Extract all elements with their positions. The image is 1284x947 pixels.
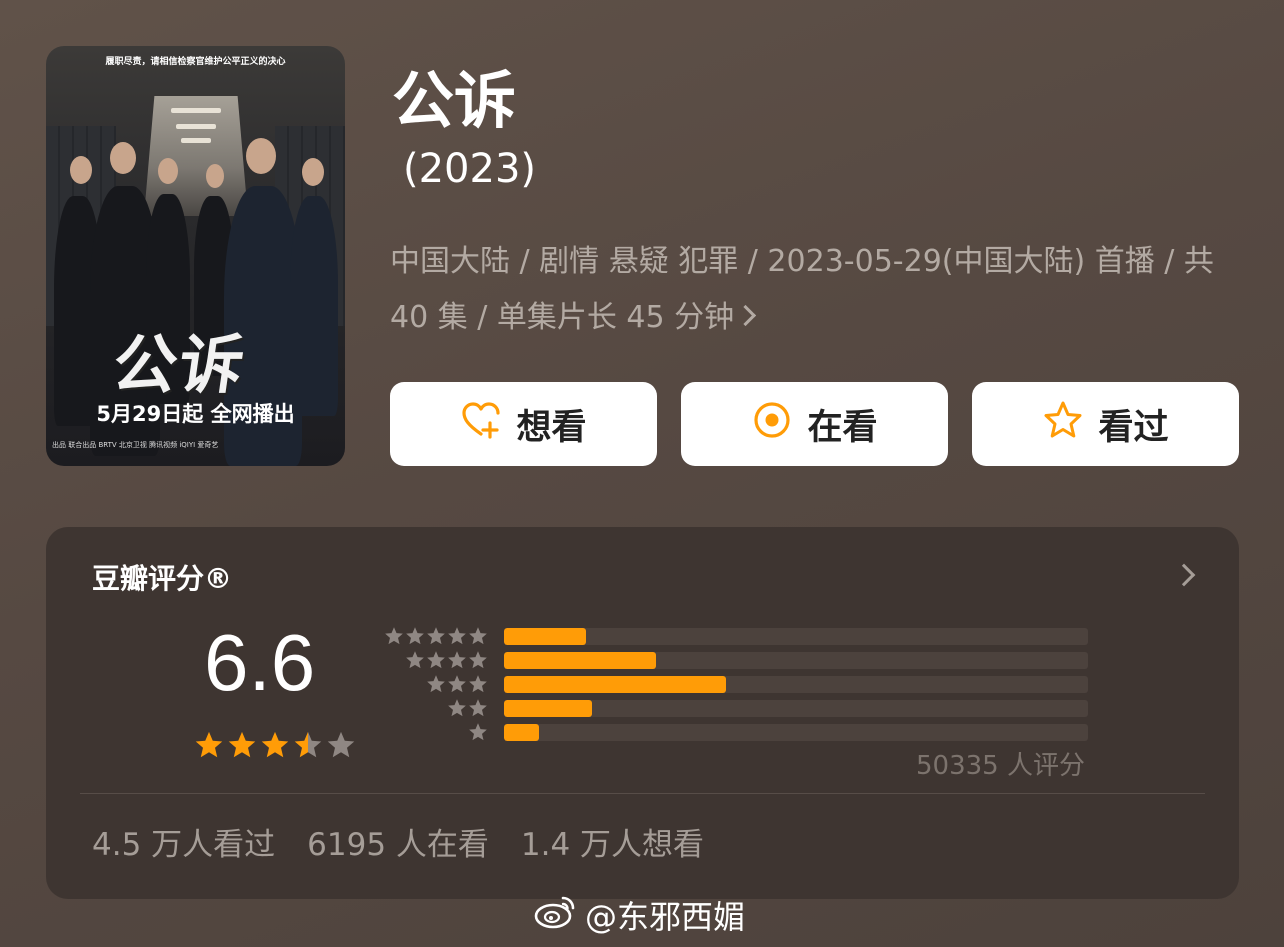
release-year: (2023) [403, 146, 537, 192]
watched-count: 4.5 万人看过 [92, 827, 276, 863]
want-count: 1.4 万人想看 [520, 827, 705, 863]
watermark-text: @东邪西媚 [585, 898, 746, 936]
distribution-stars [384, 674, 488, 694]
distribution-row-2-star [384, 697, 1088, 719]
distribution-row-3-star [384, 673, 1088, 695]
distribution-bar-fill [504, 675, 726, 693]
distribution-bar-fill [504, 699, 592, 717]
poster-figure-head [302, 158, 324, 186]
star-icon [469, 723, 487, 741]
watching-label: 在看 [807, 407, 878, 448]
distribution-bar-fill [504, 651, 656, 669]
star-icon [406, 651, 424, 669]
rating-card[interactable]: 豆瓣评分® 6.6 50335 人评分 4.5 万人看过 6195 人在看 1.… [46, 527, 1239, 899]
weibo-logo-icon [533, 892, 579, 938]
divider [80, 793, 1205, 794]
poster-light [181, 138, 211, 143]
chevron-right-icon[interactable] [1172, 563, 1196, 587]
rating-label: 豆瓣评分® [92, 562, 233, 595]
poster-light [171, 108, 221, 113]
star-icon [448, 699, 466, 717]
watched-button[interactable]: 看过 [972, 382, 1239, 466]
star-icon [385, 627, 403, 645]
distribution-bar [504, 699, 1088, 717]
rating-star-icon [294, 731, 322, 758]
distribution-row-1-star [384, 721, 1088, 743]
star-outline-icon [1042, 399, 1084, 450]
star-icon [427, 651, 445, 669]
distribution-row-4-star [384, 649, 1088, 671]
show-info[interactable]: 中国大陆 / 剧情 悬疑 犯罪 / 2023-05-29(中国大陆) 首播 / … [390, 234, 1220, 346]
poster-image[interactable]: 履职尽责，请相信检察官维护公平正义的决心 公诉 5月29日起 全网播出 出品 联… [46, 46, 345, 466]
star-icon [427, 675, 445, 693]
chevron-right-icon [735, 304, 757, 327]
show-info-text: 中国大陆 / 剧情 悬疑 犯罪 / 2023-05-29(中国大陆) 首播 / … [390, 244, 1214, 335]
rating-star-icon [327, 731, 355, 758]
distribution-stars [384, 698, 488, 718]
want-to-watch-label: 想看 [516, 407, 587, 448]
star-icon [469, 651, 487, 669]
watching-button[interactable]: 在看 [681, 382, 948, 466]
poster-figure-head [110, 142, 136, 174]
page-title: 公诉 [392, 64, 517, 137]
rating-star-icon [261, 731, 289, 758]
distribution-bar [504, 651, 1088, 669]
rating-stars [194, 730, 356, 760]
heart-plus-icon [460, 399, 502, 450]
watched-label: 看过 [1098, 407, 1169, 448]
poster-figure-head [246, 138, 276, 174]
poster-release-date: 5月29日起 全网播出 [96, 402, 295, 426]
distribution-row-5-star [384, 625, 1088, 647]
audience-stats: 4.5 万人看过 6195 人在看 1.4 万人想看 [92, 819, 704, 864]
rating-star-icon [195, 731, 223, 758]
star-icon [469, 699, 487, 717]
poster-figure-head [206, 164, 224, 188]
distribution-stars [384, 722, 488, 742]
rating-count: 50335 人评分 [916, 751, 1085, 781]
distribution-bar [504, 627, 1088, 645]
star-icon [448, 651, 466, 669]
poster-figure [290, 196, 338, 416]
rating-score: 6.6 [204, 618, 316, 707]
distribution-stars [384, 626, 488, 646]
star-icon [469, 627, 487, 645]
poster-light [176, 124, 216, 129]
poster-figure-head [158, 158, 178, 184]
poster-credits: 出品 联合出品 BRTV 北京卫视 腾讯视频 iQIYI 爱奇艺 [52, 441, 219, 449]
poster-title: 公诉 [107, 328, 251, 403]
star-icon [427, 627, 445, 645]
want-to-watch-button[interactable]: 想看 [390, 382, 657, 466]
target-circle-icon [751, 399, 793, 450]
distribution-stars [384, 650, 488, 670]
star-icon [448, 627, 466, 645]
distribution-bar-fill [504, 723, 540, 741]
star-icon [406, 627, 424, 645]
star-icon [448, 675, 466, 693]
distribution-bar-fill [504, 627, 586, 645]
watermark: @东邪西媚 [533, 892, 745, 938]
poster-figure-head [70, 156, 92, 184]
watching-count: 6195 人在看 [307, 827, 489, 863]
star-icon [469, 675, 487, 693]
distribution-bar [504, 723, 1088, 741]
distribution-bar [504, 675, 1088, 693]
rating-star-icon [228, 731, 256, 758]
poster-tagline: 履职尽责，请相信检察官维护公平正义的决心 [105, 57, 286, 67]
